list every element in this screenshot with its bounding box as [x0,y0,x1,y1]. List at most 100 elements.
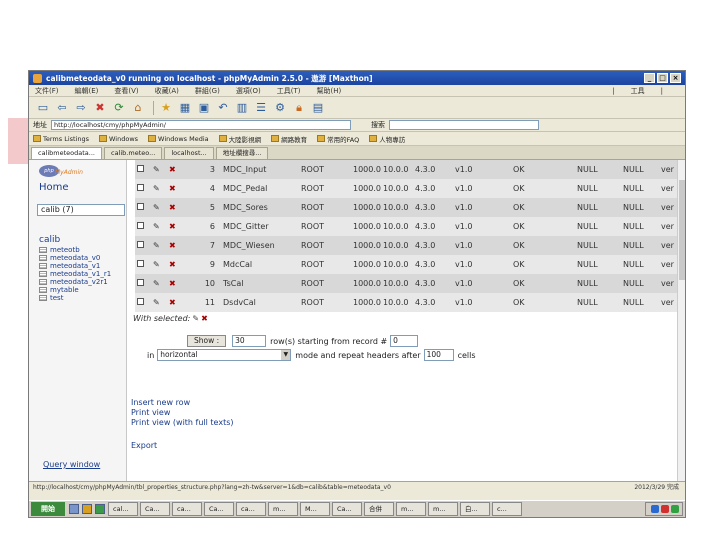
menu-favorites[interactable]: 收藏(A) [155,86,179,96]
browser-tab[interactable]: 地址欄搜尋... [215,147,269,159]
delete-icon[interactable]: ✖ [167,184,181,193]
rows-input[interactable]: 30 [232,335,267,347]
favorite-item[interactable]: Windows [99,135,138,143]
favorite-item[interactable]: 大陸影視網 [218,134,261,144]
address-input[interactable]: http://localhost/cmy/phpMyAdmin/ [51,120,351,130]
taskbar-task[interactable]: Ca... [332,502,362,516]
taskbar-task[interactable]: Ca... [204,502,234,516]
menu-file[interactable]: 文件(F) [35,86,59,96]
table-link[interactable]: mytable [39,286,111,294]
table-link[interactable]: meteodata_v1 [39,262,111,270]
browser-tab[interactable]: calib.meteo... [104,147,163,159]
print-view-full-link[interactable]: Print view (with full texts) [131,418,234,428]
maximize-button[interactable]: □ [657,73,668,83]
row-checkbox[interactable] [137,222,144,229]
groups-icon[interactable]: ▦ [177,100,193,116]
table-link[interactable]: test [39,294,111,302]
edit-icon[interactable]: ✎ [192,314,199,323]
row-checkbox[interactable] [137,298,144,305]
tray-icon[interactable] [661,505,669,513]
quicklaunch-icon[interactable] [69,504,79,514]
lock-icon[interactable]: 🔒︎ [291,100,307,116]
favorite-item[interactable]: 常用的FAQ [317,134,359,144]
menu-options[interactable]: 選項(O) [236,86,261,96]
table-link[interactable]: meteodata_v2r1 [39,278,111,286]
undo-icon[interactable]: ↶ [215,100,231,116]
row-checkbox[interactable] [137,279,144,286]
query-window-link[interactable]: Query window [43,460,100,469]
favorite-item[interactable]: Terms Listings [33,135,89,143]
insert-row-link[interactable]: Insert new row [131,398,234,408]
grid-icon[interactable]: ▤ [310,100,326,116]
taskbar-task[interactable]: c... [492,502,522,516]
taskbar-task[interactable]: ca... [172,502,202,516]
minimize-button[interactable]: _ [644,73,655,83]
menu-help[interactable]: 幫助(H) [317,86,342,96]
list-icon[interactable]: ☰ [253,100,269,116]
tray-icon[interactable] [671,505,679,513]
tray-icon[interactable] [651,505,659,513]
menu-view[interactable]: 查看(V) [114,86,138,96]
new-page-icon[interactable]: ▭ [35,100,51,116]
menu-right-tools[interactable]: 工具 [631,86,645,96]
repeat-headers-input[interactable]: 100 [423,349,454,361]
delete-icon[interactable]: ✖ [167,241,181,250]
edit-icon[interactable]: ✎ [151,184,167,193]
refresh-icon[interactable]: ⟳ [111,100,127,116]
columns-icon[interactable]: ▥ [234,100,250,116]
forward-icon[interactable]: ⇨ [73,100,89,116]
delete-icon[interactable]: ✖ [167,298,181,307]
edit-icon[interactable]: ✎ [151,165,167,174]
quicklaunch-icon[interactable] [95,504,105,514]
edit-icon[interactable]: ✎ [151,279,167,288]
table-link[interactable]: meteotb [39,246,111,254]
quicklaunch-icon[interactable] [82,504,92,514]
stop-icon[interactable]: ✖ [92,100,108,116]
home-link[interactable]: Home [39,182,69,193]
delete-icon[interactable]: ✖ [167,165,181,174]
search-input[interactable] [389,120,539,130]
home-icon[interactable]: ⌂ [130,100,146,116]
show-button[interactable]: Show : [187,335,227,347]
browser-tab[interactable]: localhost... [164,147,214,159]
row-checkbox[interactable] [137,260,144,267]
database-name-link[interactable]: calib [39,235,60,245]
tools-icon[interactable]: ⚙ [272,100,288,116]
taskbar-task[interactable]: m... [428,502,458,516]
start-record-input[interactable]: 0 [390,335,419,347]
taskbar-task[interactable]: 白... [460,502,490,516]
row-checkbox[interactable] [137,203,144,210]
save-icon[interactable]: ▣ [196,100,212,116]
menu-edit[interactable]: 編輯(E) [75,86,99,96]
edit-icon[interactable]: ✎ [151,260,167,269]
taskbar-task[interactable]: Ca... [140,502,170,516]
favorites-star-icon[interactable]: ★ [158,100,174,116]
taskbar-task[interactable]: m... [396,502,426,516]
favorite-item[interactable]: 網路教育 [271,134,307,144]
taskbar-task[interactable]: cal... [108,502,138,516]
browser-tab[interactable]: calibmeteodata... [31,147,102,159]
delete-icon[interactable]: ✖ [167,203,181,212]
mode-select[interactable]: horizontal ▼ [157,349,292,361]
row-checkbox[interactable] [137,241,144,248]
taskbar-task[interactable]: M... [300,502,330,516]
scrollbar-thumb[interactable] [679,180,685,280]
row-checkbox[interactable] [137,184,144,191]
row-checkbox[interactable] [137,165,144,172]
edit-icon[interactable]: ✎ [151,222,167,231]
menu-tools[interactable]: 工具(T) [277,86,301,96]
phpmyadmin-logo[interactable]: php MyAdmin [39,165,93,179]
print-view-link[interactable]: Print view [131,408,234,418]
delete-icon[interactable]: ✖ [201,314,208,323]
menu-groups[interactable]: 群組(G) [195,86,220,96]
delete-icon[interactable]: ✖ [167,260,181,269]
edit-icon[interactable]: ✎ [151,241,167,250]
export-link[interactable]: Export [131,441,157,450]
delete-icon[interactable]: ✖ [167,222,181,231]
close-button[interactable]: × [670,73,681,83]
edit-icon[interactable]: ✎ [151,298,167,307]
database-select[interactable]: calib (7) [37,204,125,216]
taskbar-task[interactable]: 合併 [364,502,394,516]
favorite-item[interactable]: Windows Media [148,135,209,143]
delete-icon[interactable]: ✖ [167,279,181,288]
